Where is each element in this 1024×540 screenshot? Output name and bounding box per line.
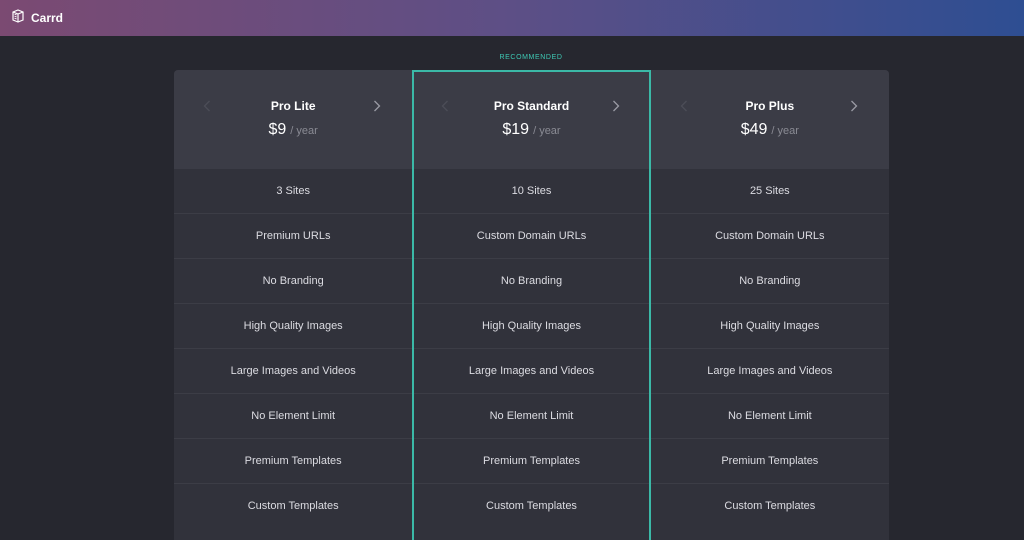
plan-price: $49 / year	[741, 121, 799, 139]
plan-name: Pro Lite	[270, 99, 316, 113]
price-amount: $19	[502, 121, 530, 138]
feature-item: Premium Templates	[412, 438, 651, 483]
feature-item: 3 Sites	[276, 185, 310, 197]
feature-item: Custom Templates	[650, 483, 889, 528]
chevron-right-icon[interactable]	[611, 99, 621, 113]
feature-item: Premium Templates	[650, 438, 889, 483]
carrd-logo-icon	[11, 8, 31, 28]
pricing-table: Pro Lite $9 / year 3 Sites Premium URLs …	[174, 70, 889, 540]
app-name: Carrd	[31, 11, 64, 25]
feature-item: No Element Limit	[412, 393, 651, 438]
feature-item: Custom Domain URLs	[412, 213, 651, 258]
feature-item: Custom Templates	[174, 483, 413, 528]
feature-item: No Branding	[650, 258, 889, 303]
plan-price: $19 / year	[502, 121, 560, 139]
chevron-left-icon[interactable]	[202, 99, 212, 113]
feature-item: No Branding	[412, 258, 651, 303]
feature-item: High Quality Images	[412, 303, 651, 348]
feature-item: Premium URLs	[174, 213, 413, 258]
top-bar: Carrd	[0, 0, 1024, 36]
plan-price: $9 / year	[269, 121, 318, 139]
chevron-left-icon[interactable]	[440, 99, 450, 113]
feature-item: No Branding	[174, 258, 413, 303]
feature-item: Premium Templates	[174, 438, 413, 483]
price-amount: $9	[268, 121, 287, 138]
price-period: / year	[290, 125, 318, 137]
price-period: / year	[533, 125, 561, 137]
feature-list: 25 Sites Custom Domain URLs No Branding …	[650, 169, 889, 528]
plan-name: Pro Standard	[493, 99, 570, 113]
chevron-right-icon[interactable]	[849, 99, 859, 113]
feature-item: 10 Sites	[511, 185, 552, 197]
plan-column-pro-standard: Pro Standard $19 / year 10 Sites Custom …	[412, 70, 651, 540]
feature-item: High Quality Images	[174, 303, 413, 348]
feature-item: No Element Limit	[174, 393, 413, 438]
chevron-right-icon[interactable]	[372, 99, 382, 113]
feature-list: 3 Sites Premium URLs No Branding High Qu…	[174, 169, 413, 528]
plan-column-pro-lite: Pro Lite $9 / year 3 Sites Premium URLs …	[174, 70, 413, 540]
plan-header: Pro Standard $19 / year	[412, 70, 651, 169]
feature-item: No Element Limit	[650, 393, 889, 438]
recommended-label: RECOMMENDED	[499, 54, 563, 61]
feature-item: Large Images and Videos	[412, 348, 651, 393]
plan-header: Pro Lite $9 / year	[174, 70, 413, 169]
chevron-left-icon[interactable]	[679, 99, 689, 113]
plan-name: Pro Plus	[745, 99, 795, 113]
feature-item: High Quality Images	[650, 303, 889, 348]
feature-item: Custom Domain URLs	[650, 213, 889, 258]
feature-item: Large Images and Videos	[174, 348, 413, 393]
plan-column-pro-plus: Pro Plus $49 / year 25 Sites Custom Doma…	[650, 70, 889, 540]
feature-item: Large Images and Videos	[650, 348, 889, 393]
logo-link[interactable]: Carrd	[11, 8, 64, 28]
feature-item: Custom Templates	[412, 483, 651, 528]
price-amount: $49	[740, 121, 768, 138]
feature-item: 25 Sites	[749, 185, 790, 197]
price-period: / year	[771, 125, 799, 137]
plan-header: Pro Plus $49 / year	[650, 70, 889, 169]
feature-list: 10 Sites Custom Domain URLs No Branding …	[412, 169, 651, 528]
